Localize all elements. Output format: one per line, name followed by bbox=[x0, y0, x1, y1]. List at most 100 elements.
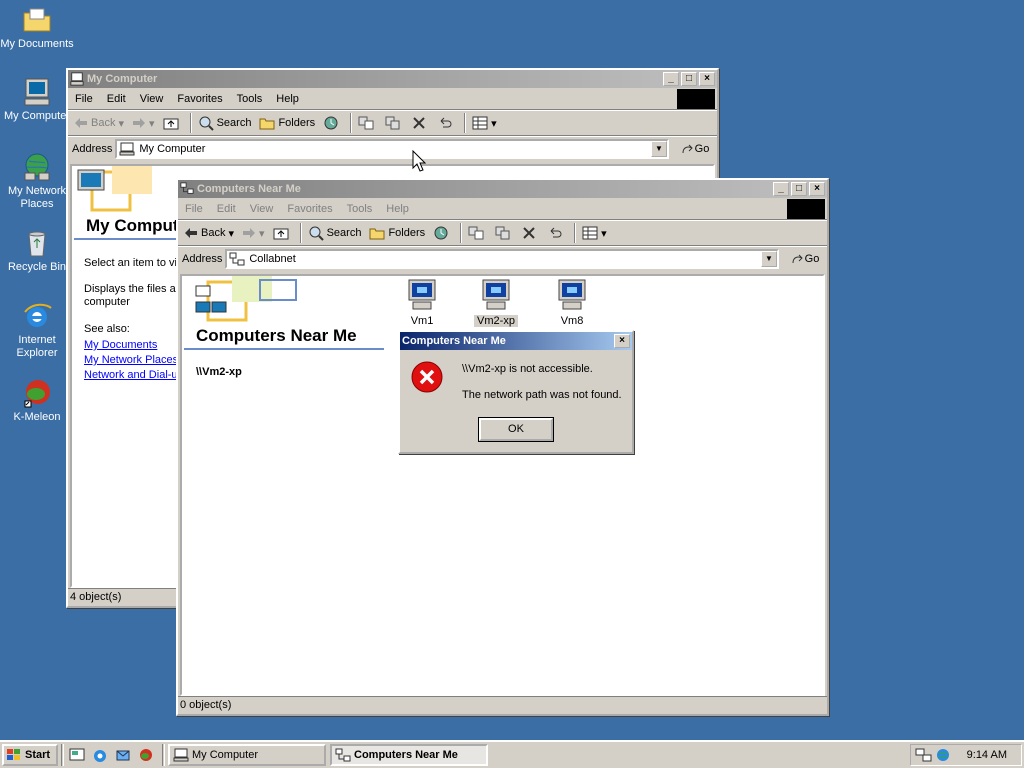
network-globe-icon bbox=[24, 153, 50, 181]
minimize-button[interactable]: _ bbox=[663, 72, 679, 86]
minimize-button[interactable]: _ bbox=[773, 182, 789, 196]
show-desktop-button[interactable] bbox=[67, 745, 87, 765]
globe-tray-icon[interactable] bbox=[935, 747, 951, 763]
menu-bar: File Edit View Favorites Tools Help bbox=[178, 198, 827, 220]
history-button[interactable] bbox=[323, 115, 342, 131]
quick-launch-k-meleon-button[interactable] bbox=[136, 745, 156, 765]
views-button[interactable]: ▾ bbox=[472, 116, 497, 130]
error-dialog: Computers Near Me × \\Vm2-xp is not acce… bbox=[398, 330, 634, 454]
computer-item-vm2-xp[interactable]: Vm2-xp bbox=[474, 278, 518, 327]
back-arrow-icon bbox=[185, 228, 197, 238]
link-my-documents[interactable]: My Documents bbox=[84, 339, 184, 351]
undo-icon bbox=[550, 227, 562, 238]
forward-button[interactable]: ▾ bbox=[242, 227, 265, 240]
computer-item-vm1[interactable]: Vm1 bbox=[400, 278, 444, 327]
dialog-title-bar[interactable]: Computers Near Me × bbox=[400, 332, 632, 350]
toolbar: Back ▾ ▾ Search Folders ▾ bbox=[178, 220, 827, 246]
computer-icon bbox=[558, 279, 586, 310]
link-my-network-places[interactable]: My Network Places bbox=[84, 354, 184, 366]
close-button[interactable]: × bbox=[699, 72, 715, 86]
menu-file[interactable]: File bbox=[68, 93, 100, 105]
search-icon bbox=[199, 116, 214, 131]
search-button[interactable]: Search bbox=[198, 115, 251, 131]
go-arrow-icon bbox=[792, 254, 803, 263]
history-button[interactable] bbox=[433, 225, 452, 241]
menu-tools[interactable]: Tools bbox=[230, 93, 270, 105]
copy-to-button[interactable] bbox=[495, 225, 514, 241]
desktop-icon-my-documents[interactable]: My Documents bbox=[0, 4, 74, 51]
error-detail: The network path was not found. bbox=[462, 389, 622, 401]
maximize-button[interactable]: □ bbox=[681, 72, 697, 86]
back-button[interactable]: Back ▾ bbox=[74, 117, 124, 130]
clock[interactable]: 9:14 AM bbox=[967, 749, 1007, 761]
start-button[interactable]: Start bbox=[2, 744, 58, 766]
menu-favorites[interactable]: Favorites bbox=[170, 93, 229, 105]
go-arrow-icon bbox=[682, 144, 693, 153]
network-banner-graphic bbox=[195, 276, 297, 322]
mouse-pointer-icon bbox=[412, 150, 426, 172]
folder-icon bbox=[23, 8, 51, 32]
desktop-icon-my-computer[interactable]: My Computer bbox=[0, 76, 74, 123]
computer-item-vm8[interactable]: Vm8 bbox=[550, 278, 594, 327]
move-to-button[interactable] bbox=[358, 115, 377, 131]
menu-tools[interactable]: Tools bbox=[340, 203, 380, 215]
internet-explorer-icon bbox=[24, 303, 52, 327]
up-folder-button[interactable] bbox=[163, 116, 182, 130]
toolbar: Back ▾ ▾ Search Folders ▾ bbox=[68, 110, 717, 136]
delete-x-icon bbox=[523, 227, 535, 239]
menu-view[interactable]: View bbox=[133, 93, 171, 105]
move-to-button[interactable] bbox=[468, 225, 487, 241]
folders-button[interactable]: Folders bbox=[259, 116, 315, 130]
up-folder-button[interactable] bbox=[273, 226, 292, 240]
delete-button[interactable] bbox=[412, 116, 429, 130]
go-button[interactable]: Go bbox=[673, 143, 717, 155]
menu-help[interactable]: Help bbox=[379, 203, 416, 215]
undo-button[interactable] bbox=[437, 116, 456, 130]
search-button[interactable]: Search bbox=[308, 225, 361, 241]
taskbar-button-my-computer[interactable]: My Computer bbox=[168, 744, 326, 766]
go-button[interactable]: Go bbox=[783, 253, 827, 265]
address-dropdown-button[interactable]: ▼ bbox=[651, 140, 667, 157]
address-dropdown-button[interactable]: ▼ bbox=[761, 250, 777, 267]
taskbar-button-computers-near-me[interactable]: Computers Near Me bbox=[330, 744, 488, 766]
menu-favorites[interactable]: Favorites bbox=[280, 203, 339, 215]
folders-button[interactable]: Folders bbox=[369, 226, 425, 240]
desktop-icon-internet-explorer[interactable]: Internet Explorer bbox=[0, 300, 74, 360]
menu-file[interactable]: File bbox=[178, 203, 210, 215]
menu-edit[interactable]: Edit bbox=[100, 93, 133, 105]
views-button[interactable]: ▾ bbox=[582, 226, 607, 240]
title-underline bbox=[184, 348, 384, 350]
link-network-and-dialup[interactable]: Network and Dial-up bbox=[84, 369, 184, 381]
maximize-button[interactable]: □ bbox=[791, 182, 807, 196]
quick-launch-outlook-button[interactable] bbox=[113, 745, 133, 765]
computer-icon bbox=[119, 142, 135, 155]
copy-to-button[interactable] bbox=[385, 115, 404, 131]
title-bar[interactable]: My Computer _ □ × bbox=[68, 70, 717, 88]
title-bar[interactable]: Computers Near Me _ □ × bbox=[178, 180, 827, 198]
menu-help[interactable]: Help bbox=[269, 93, 306, 105]
error-icon bbox=[411, 361, 443, 393]
desktop-icon-label: My Computer bbox=[3, 110, 71, 122]
menu-edit[interactable]: Edit bbox=[210, 203, 243, 215]
address-field[interactable]: My Computer ▼ bbox=[115, 138, 669, 159]
address-field[interactable]: Collabnet ▼ bbox=[225, 248, 779, 269]
ok-button[interactable]: OK bbox=[478, 417, 554, 442]
forward-button[interactable]: ▾ bbox=[132, 117, 155, 130]
desktop-icon-recycle-bin[interactable]: Recycle Bin bbox=[0, 227, 74, 274]
dialog-close-button[interactable]: × bbox=[614, 334, 630, 348]
computer-icon bbox=[173, 748, 189, 762]
address-value: My Computer bbox=[139, 142, 206, 155]
quick-launch-ie-button[interactable] bbox=[90, 745, 110, 765]
close-button[interactable]: × bbox=[809, 182, 825, 196]
network-tray-icon[interactable] bbox=[915, 747, 933, 763]
desktop-icon-my-network-places[interactable]: My Network Places bbox=[0, 151, 74, 211]
address-value: Collabnet bbox=[249, 252, 296, 265]
outlook-express-icon bbox=[116, 750, 130, 761]
menu-view[interactable]: View bbox=[243, 203, 281, 215]
desktop-icon-k-meleon[interactable]: K-Meleon bbox=[0, 377, 74, 424]
delete-button[interactable] bbox=[522, 226, 539, 240]
undo-button[interactable] bbox=[547, 226, 566, 240]
computer-label: Vm2-xp bbox=[474, 315, 518, 327]
computer-icon bbox=[408, 279, 436, 310]
back-button[interactable]: Back ▾ bbox=[184, 227, 234, 240]
